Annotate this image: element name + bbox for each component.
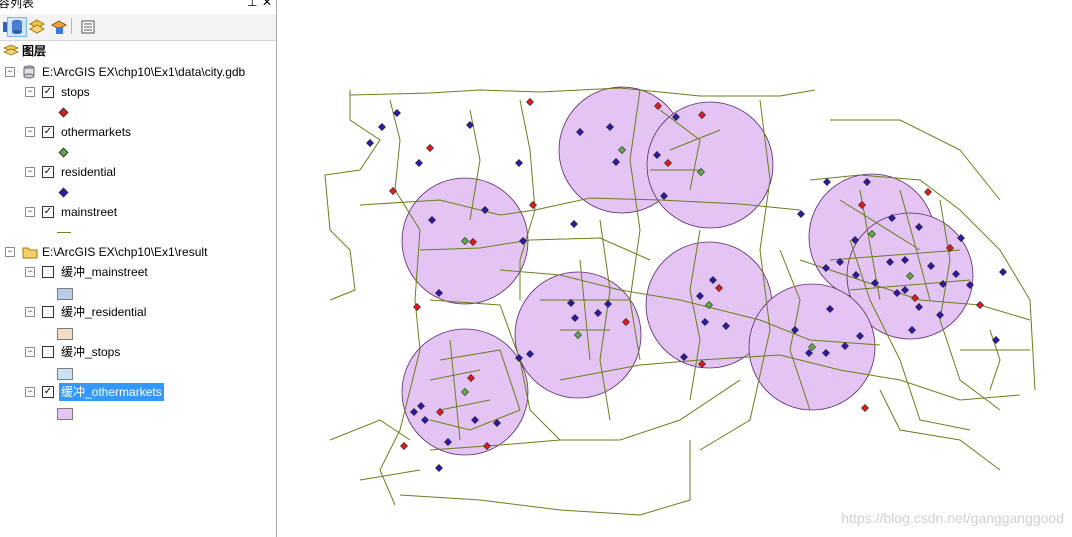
layer-name: residential [61, 165, 116, 179]
map-canvas[interactable] [283, 0, 1072, 537]
list-by-source-icon[interactable] [7, 17, 27, 37]
layer-row-mainstreet[interactable]: − ✓ mainstreet [0, 203, 276, 221]
layer-row-buffer-residential[interactable]: − 缓冲_residential [0, 303, 276, 321]
fill-symbol-swatch [57, 368, 73, 380]
point-symbol-icon [58, 187, 69, 198]
layer-name: 缓冲_stops [61, 345, 121, 359]
buffer-polygon [646, 101, 774, 229]
collapse-icon[interactable]: − [25, 207, 35, 217]
pin-icon[interactable]: ⊥ [247, 0, 257, 9]
layer-visibility-checkbox[interactable] [42, 346, 54, 358]
layer-visibility-checkbox[interactable]: ✓ [42, 206, 54, 218]
street-line [379, 99, 421, 506]
list-by-selection-icon[interactable] [49, 17, 69, 37]
options-icon[interactable] [78, 17, 98, 37]
layer-row-stops[interactable]: − ✓ stops [0, 83, 276, 101]
residential-point [823, 178, 831, 186]
layers-icon [2, 44, 20, 63]
residential-point [797, 210, 805, 218]
street-line [324, 90, 381, 301]
street-line [879, 389, 1001, 471]
layer-visibility-checkbox[interactable] [42, 306, 54, 318]
stop-point [426, 144, 434, 152]
collapse-icon[interactable]: − [25, 127, 35, 137]
list-by-visibility-icon[interactable] [27, 17, 47, 37]
layer-row-residential[interactable]: − ✓ residential [0, 163, 276, 181]
group-path: E:\ArcGIS EX\chp10\Ex1\data\city.gdb [42, 65, 246, 79]
layer-visibility-checkbox[interactable] [42, 266, 54, 278]
fill-symbol-swatch [57, 288, 73, 300]
point-symbol-icon [58, 107, 69, 118]
stop-point [529, 201, 537, 209]
toolbar-separator [71, 18, 72, 34]
residential-point [435, 464, 443, 472]
stop-point [413, 303, 421, 311]
stop-point [400, 442, 408, 450]
collapse-icon[interactable]: − [25, 87, 35, 97]
toc-toolbar [0, 14, 276, 41]
residential-point [415, 159, 423, 167]
residential-point [393, 109, 401, 117]
toc-title: 容列表 [0, 0, 35, 10]
street-line [519, 99, 536, 300]
layer-visibility-checkbox[interactable]: ✓ [42, 86, 54, 98]
group-path: E:\ArcGIS EX\chp10\Ex1\result [42, 245, 208, 259]
layer-row-buffer-othermarkets[interactable]: − ✓ 缓冲_othermarkets [0, 383, 276, 401]
collapse-icon[interactable]: − [25, 307, 35, 317]
collapse-icon[interactable]: − [25, 387, 35, 397]
group-city-gdb[interactable]: − E:\ArcGIS EX\chp10\Ex1\data\city.gdb [0, 63, 276, 81]
layer-name: 缓冲_mainstreet [61, 265, 148, 279]
residential-point [378, 123, 386, 131]
residential-point [570, 220, 578, 228]
layer-name: othermarkets [61, 125, 132, 139]
root-label: 图层 [22, 44, 47, 58]
layers-root[interactable]: 图层 [0, 42, 276, 60]
collapse-icon[interactable]: − [25, 347, 35, 357]
layer-name: 缓冲_residential [61, 305, 147, 319]
street-line [349, 87, 816, 97]
collapse-icon[interactable]: − [25, 167, 35, 177]
watermark: https://blog.csdn.net/gangganggood [841, 510, 1064, 526]
fill-symbol-swatch [57, 408, 73, 420]
residential-point [992, 336, 1000, 344]
folder-icon [22, 245, 38, 264]
fill-symbol-swatch [57, 328, 73, 340]
layer-name: mainstreet [61, 205, 118, 219]
map-view[interactable]: https://blog.csdn.net/gangganggood [283, 0, 1072, 537]
geodatabase-icon [22, 65, 36, 84]
stop-point [976, 301, 984, 309]
street-line [329, 419, 421, 481]
layer-name: 缓冲_othermarkets [59, 383, 164, 401]
close-icon[interactable]: ✕ [262, 0, 272, 9]
buffer-othermarkets-layer [401, 86, 974, 456]
collapse-icon[interactable]: − [5, 67, 15, 77]
layer-row-othermarkets[interactable]: − ✓ othermarkets [0, 123, 276, 141]
stop-point [861, 404, 869, 412]
residential-point [366, 139, 374, 147]
table-of-contents: 容列表 ⊥ ✕ 图层 − E:\ArcGIS EX\chp10\Ex1\data… [0, 0, 277, 537]
group-result[interactable]: − E:\ArcGIS EX\chp10\Ex1\result [0, 243, 276, 261]
residential-point [999, 268, 1007, 276]
layer-visibility-checkbox[interactable]: ✓ [42, 386, 54, 398]
stop-point [924, 188, 932, 196]
layer-row-buffer-mainstreet[interactable]: − 缓冲_mainstreet [0, 263, 276, 281]
layer-row-buffer-stops[interactable]: − 缓冲_stops [0, 343, 276, 361]
stop-point [526, 98, 534, 106]
layer-visibility-checkbox[interactable]: ✓ [42, 166, 54, 178]
residential-point [515, 159, 523, 167]
layer-visibility-checkbox[interactable]: ✓ [42, 126, 54, 138]
layer-name: stops [61, 85, 90, 99]
line-symbol-icon [57, 232, 71, 233]
point-symbol-icon [58, 147, 69, 158]
collapse-icon[interactable]: − [5, 247, 15, 257]
collapse-icon[interactable]: − [25, 267, 35, 277]
